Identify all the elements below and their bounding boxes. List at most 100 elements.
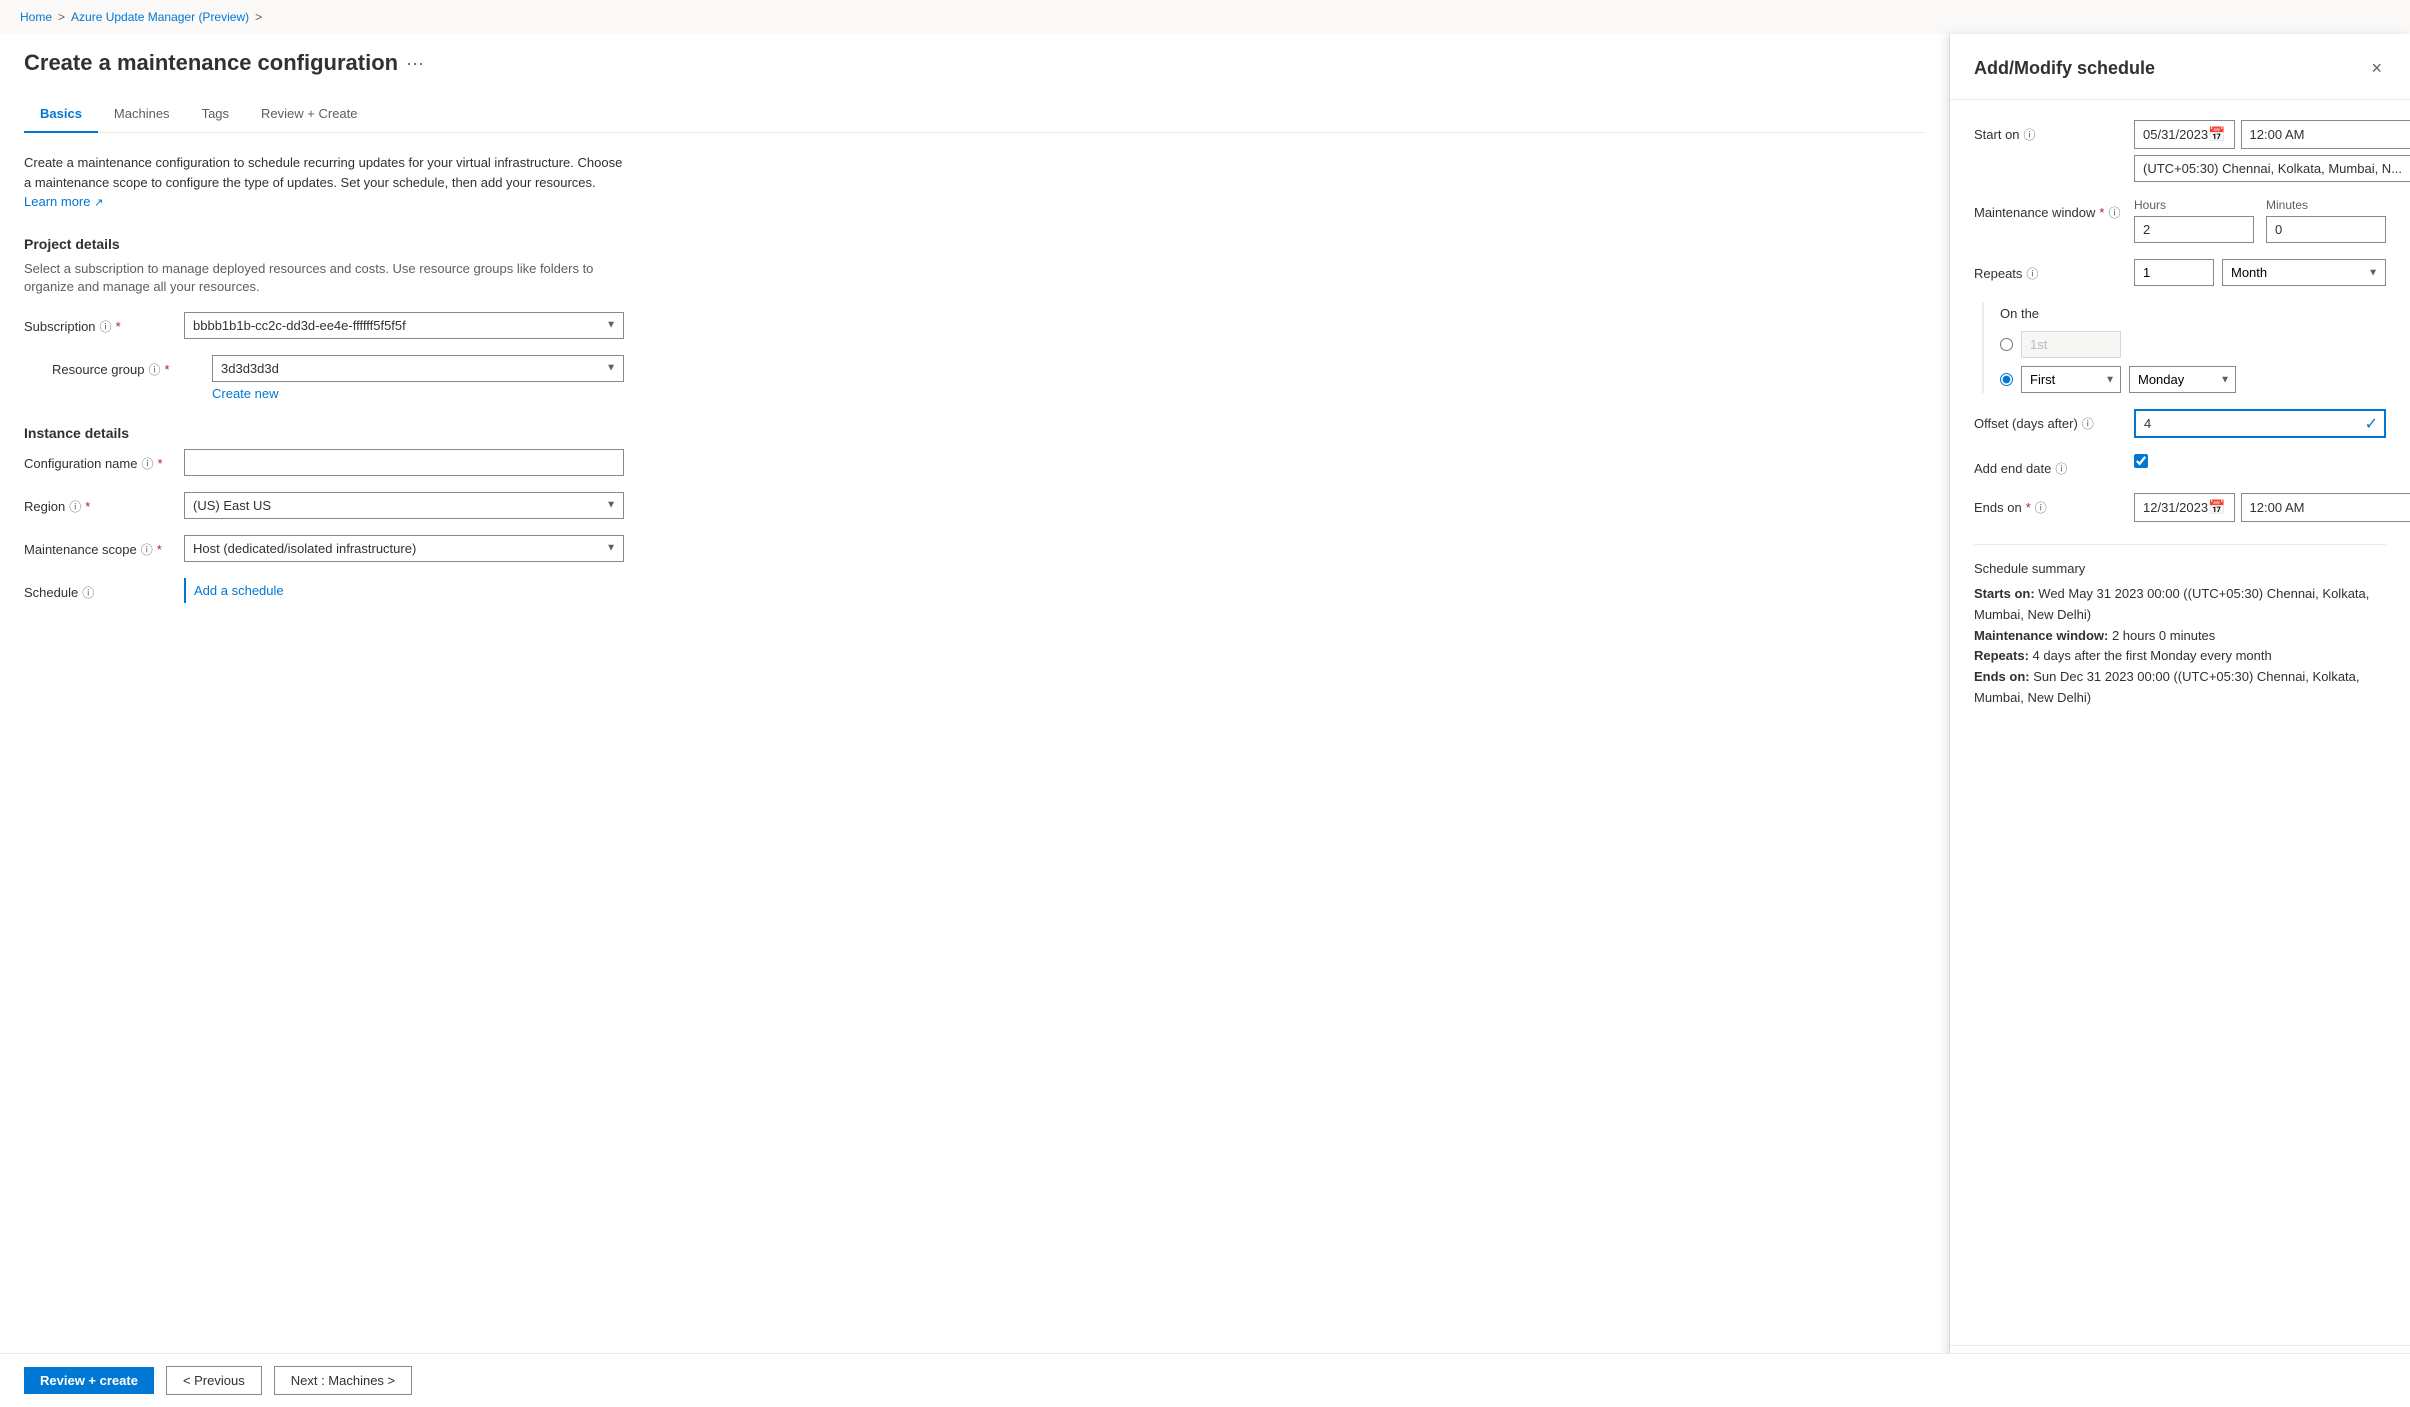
- page-title-menu[interactable]: ···: [406, 53, 424, 74]
- create-new-link[interactable]: Create new: [212, 386, 624, 401]
- project-details-header: Project details: [24, 236, 1925, 252]
- minutes-input[interactable]: [2266, 216, 2386, 243]
- repeats-unit-select[interactable]: Month Week Day: [2222, 259, 2386, 286]
- summary-text: Starts on: Wed May 31 2023 00:00 ((UTC+0…: [1974, 584, 2386, 709]
- hours-col: Hours: [2134, 198, 2254, 243]
- first-select-wrap: First Second Third Fourth Last ▼: [2021, 366, 2121, 393]
- subscription-select[interactable]: bbbb1b1b-cc2c-dd3d-ee4e-ffffff5f5f5f: [184, 312, 624, 339]
- region-select[interactable]: (US) East US: [184, 492, 624, 519]
- end-calendar-icon: 📅: [2208, 499, 2225, 516]
- maintenance-window-row: Maintenance window * ⓘ Hours Minutes: [1974, 198, 2386, 243]
- maintenance-window-label: Maintenance window: [1974, 205, 2095, 220]
- region-info-icon[interactable]: ⓘ: [69, 498, 81, 515]
- start-date-value: 05/31/2023: [2143, 127, 2208, 142]
- repeats-label: Repeats: [1974, 266, 2022, 281]
- offset-checkmark-icon: ✓: [2365, 414, 2378, 434]
- summary-label: Schedule summary: [1974, 561, 2386, 576]
- resource-group-select[interactable]: 3d3d3d3d: [212, 355, 624, 382]
- radio-day-row: First Second Third Fourth Last ▼ Monday: [2000, 366, 2386, 393]
- add-schedule-link[interactable]: Add a schedule: [184, 578, 624, 603]
- ordinal-select[interactable]: First Second Third Fourth Last: [2021, 366, 2121, 393]
- learn-more-link[interactable]: Learn more ↗: [24, 194, 103, 209]
- offset-input-wrap: ✓: [2134, 409, 2386, 438]
- maintenance-window-required: *: [2099, 205, 2104, 220]
- maintenance-scope-required: *: [157, 542, 162, 557]
- previous-button[interactable]: < Previous: [166, 1366, 262, 1395]
- add-end-date-info-icon[interactable]: ⓘ: [2055, 460, 2067, 477]
- add-end-date-checkbox[interactable]: [2134, 454, 2148, 468]
- repeats-row: Repeats ⓘ Month Week Day ▼: [1974, 259, 2386, 286]
- breadcrumb-sep1: >: [58, 10, 65, 24]
- page-description: Create a maintenance configuration to sc…: [24, 153, 624, 212]
- region-label: Region: [24, 499, 65, 514]
- review-create-button[interactable]: Review + create: [24, 1367, 154, 1394]
- radio-date-option[interactable]: [2000, 338, 2013, 351]
- config-name-info-icon[interactable]: ⓘ: [141, 455, 153, 472]
- start-on-row: Start on ⓘ 05/31/2023 📅 (UTC+05:30) Chen…: [1974, 120, 2386, 182]
- subscription-info-icon[interactable]: ⓘ: [100, 318, 112, 335]
- day-select-wrap: Monday Tuesday Wednesday Thursday Friday…: [2129, 366, 2236, 393]
- maintenance-scope-label: Maintenance scope: [24, 542, 137, 557]
- subscription-field: Subscription ⓘ * bbbb1b1b-cc2c-dd3d-ee4e…: [24, 312, 624, 339]
- maintenance-scope-info-icon[interactable]: ⓘ: [141, 541, 153, 558]
- breadcrumb-home[interactable]: Home: [20, 10, 52, 24]
- offset-info-icon[interactable]: ⓘ: [2082, 415, 2094, 432]
- repeats-info-icon[interactable]: ⓘ: [2026, 265, 2038, 282]
- hours-label: Hours: [2134, 198, 2254, 212]
- subscription-required: *: [116, 319, 121, 334]
- radio-date-row: 1st: [2000, 331, 2386, 358]
- radio-day-option[interactable]: [2000, 373, 2013, 386]
- offset-row: Offset (days after) ⓘ ✓: [1974, 409, 2386, 438]
- panel-body: Start on ⓘ 05/31/2023 📅 (UTC+05:30) Chen…: [1950, 100, 2410, 1345]
- end-date-picker[interactable]: 12/31/2023 📅: [2134, 493, 2235, 522]
- calendar-icon: 📅: [2208, 126, 2225, 143]
- timezone-select[interactable]: (UTC+05:30) Chennai, Kolkata, Mumbai, N.…: [2134, 155, 2410, 182]
- maintenance-window-info-icon[interactable]: ⓘ: [2108, 204, 2120, 221]
- offset-input[interactable]: [2134, 409, 2386, 438]
- tab-basics[interactable]: Basics: [24, 96, 98, 133]
- schedule-info-icon[interactable]: ⓘ: [82, 584, 94, 601]
- subscription-label: Subscription: [24, 319, 96, 334]
- resource-group-field: Resource group ⓘ * 3d3d3d3d ▼ Create new: [24, 355, 624, 401]
- on-the-section: On the 1st Fir: [1982, 302, 2386, 393]
- ends-on-info-icon[interactable]: ⓘ: [2035, 499, 2047, 516]
- resource-group-info-icon[interactable]: ⓘ: [149, 361, 161, 378]
- tab-machines[interactable]: Machines: [98, 96, 186, 133]
- radio-date-select-wrap: 1st: [2021, 331, 2121, 358]
- ends-on-required: *: [2026, 500, 2031, 515]
- breadcrumb-azure[interactable]: Azure Update Manager (Preview): [71, 10, 249, 24]
- summary-starts-bold: Starts on:: [1974, 586, 2035, 601]
- summary-ends-value: Sun Dec 31 2023 00:00 ((UTC+05:30) Chenn…: [1974, 669, 2360, 705]
- summary-ends-bold: Ends on:: [1974, 669, 2030, 684]
- resource-group-label: Resource group: [52, 362, 145, 377]
- summary-window-bold: Maintenance window:: [1974, 628, 2108, 643]
- left-panel: Create a maintenance configuration ··· B…: [0, 34, 1950, 1407]
- repeats-unit-wrap: Month Week Day ▼: [2222, 259, 2386, 286]
- weekday-select[interactable]: Monday Tuesday Wednesday Thursday Friday…: [2129, 366, 2236, 393]
- start-on-info-icon[interactable]: ⓘ: [2024, 126, 2036, 143]
- minutes-col: Minutes: [2266, 198, 2386, 243]
- start-date-picker[interactable]: 05/31/2023 📅: [2134, 120, 2235, 149]
- config-name-field: Configuration name ⓘ *: [24, 449, 624, 476]
- maintenance-scope-select[interactable]: Host (dedicated/isolated infrastructure): [184, 535, 624, 562]
- config-name-input[interactable]: [184, 449, 624, 476]
- summary-window-value: 2 hours 0 minutes: [2108, 628, 2215, 643]
- end-time-input[interactable]: [2241, 493, 2410, 522]
- repeats-number-input[interactable]: [2134, 259, 2214, 286]
- timezone-select-wrap: (UTC+05:30) Chennai, Kolkata, Mumbai, N.…: [2134, 155, 2410, 182]
- tab-review-create[interactable]: Review + Create: [245, 96, 373, 133]
- panel-title: Add/Modify schedule: [1974, 58, 2155, 79]
- offset-label: Offset (days after): [1974, 416, 2078, 431]
- maintenance-scope-field: Maintenance scope ⓘ * Host (dedicated/is…: [24, 535, 624, 562]
- maintenance-scope-select-wrap: Host (dedicated/isolated infrastructure)…: [184, 535, 624, 562]
- region-required: *: [85, 499, 90, 514]
- page-title: Create a maintenance configuration: [24, 50, 398, 76]
- panel-close-button[interactable]: ×: [2367, 54, 2386, 83]
- next-button[interactable]: Next : Machines >: [274, 1366, 412, 1395]
- add-end-date-checkbox-row: [2134, 454, 2386, 468]
- region-select-wrap: (US) East US ▼: [184, 492, 624, 519]
- tab-tags[interactable]: Tags: [186, 96, 245, 133]
- start-time-input[interactable]: [2241, 120, 2410, 149]
- hours-input[interactable]: [2134, 216, 2254, 243]
- project-details-desc: Select a subscription to manage deployed…: [24, 260, 624, 296]
